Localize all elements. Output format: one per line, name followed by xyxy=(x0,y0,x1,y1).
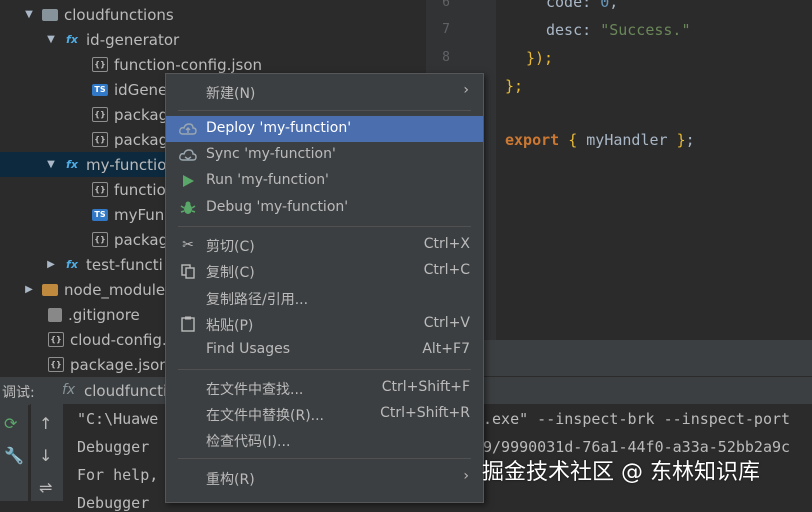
chevron-down-icon[interactable] xyxy=(44,159,58,170)
paste-icon xyxy=(178,314,198,334)
console-line: "C:\Huawe xyxy=(77,410,159,428)
menu-separator xyxy=(178,458,471,459)
chevron-right-icon[interactable] xyxy=(22,284,36,295)
menu-item-refactor[interactable]: 重构(R) › xyxy=(166,465,483,491)
cloud-sync-icon xyxy=(178,145,198,165)
submenu-arrow-icon: › xyxy=(463,82,469,98)
json-file-icon: {} xyxy=(92,57,108,72)
json-file-icon: {} xyxy=(92,182,108,197)
cloud-upload-icon xyxy=(178,119,198,139)
menu-item-find-usages[interactable]: Find Usages Alt+F7 xyxy=(166,337,483,363)
chevron-down-icon[interactable] xyxy=(44,34,58,45)
menu-item-replace-in-files[interactable]: 在文件中替换(R)... Ctrl+Shift+R xyxy=(166,401,483,427)
context-menu: 新建(N) › Deploy 'my-function' Sync 'my-fu… xyxy=(165,73,484,503)
menu-item-sync[interactable]: Sync 'my-function' xyxy=(166,142,483,168)
json-file-icon: {} xyxy=(92,232,108,247)
typescript-file-icon: TS xyxy=(92,83,108,96)
debug-tab-cloudfunctions[interactable]: cloudfuncti xyxy=(84,382,167,400)
submenu-arrow-icon: › xyxy=(463,468,469,484)
arrow-down-icon[interactable]: ↓ xyxy=(39,446,52,465)
function-icon: fx xyxy=(66,258,78,271)
menu-item-cut[interactable]: ✂ 剪切(C) Ctrl+X xyxy=(166,232,483,258)
menu-item-copy[interactable]: 复制(C) Ctrl+C xyxy=(166,258,483,284)
wrench-icon[interactable]: 🔧 xyxy=(4,446,24,465)
line-number: 8 xyxy=(442,50,450,65)
cut-icon: ✂ xyxy=(182,237,194,253)
json-file-icon: {} xyxy=(48,332,64,347)
debug-panel-label: 调试: xyxy=(2,385,35,401)
debug-toolbar-right: ↑ ↓ ⇌ xyxy=(30,404,63,501)
console-line-tail: .exe" --inspect-brk --inspect-port xyxy=(483,410,791,428)
menu-item-new[interactable]: 新建(N) › xyxy=(166,79,483,105)
menu-item-copy-path[interactable]: 复制路径/引用... xyxy=(166,285,483,311)
copy-icon xyxy=(178,261,198,281)
console-line: Debugger xyxy=(77,494,150,512)
json-file-icon: {} xyxy=(48,357,64,372)
folder-icon xyxy=(42,8,58,21)
line-number: 6 xyxy=(442,0,450,10)
menu-separator xyxy=(178,110,471,111)
code-line: desc: "Success." xyxy=(546,21,691,39)
debug-toolbar-left: ⟳ 🔧 xyxy=(0,404,28,501)
function-icon: fx xyxy=(66,33,78,46)
menu-separator xyxy=(178,369,471,370)
line-number: 7 xyxy=(442,22,450,37)
arrow-up-icon[interactable]: ↑ xyxy=(39,414,52,433)
menu-item-inspect-code[interactable]: 检查代码(I)... xyxy=(166,427,483,453)
tree-item-cloudfunctions[interactable]: cloudfunctions xyxy=(0,2,426,27)
code-line: }; xyxy=(505,77,524,95)
menu-item-find-in-files[interactable]: 在文件中查找... Ctrl+Shift+F xyxy=(166,375,483,401)
menu-item-run[interactable]: Run 'my-function' xyxy=(166,168,483,194)
json-file-icon: {} xyxy=(92,107,108,122)
chevron-down-icon[interactable] xyxy=(22,9,36,20)
run-icon xyxy=(178,171,198,191)
console-line: For help, xyxy=(77,466,159,484)
menu-separator xyxy=(178,226,471,227)
function-icon: fx xyxy=(62,382,76,398)
code-line: code: 0, xyxy=(546,0,619,11)
git-file-icon xyxy=(48,307,62,322)
rerun-icon[interactable]: ⟳ xyxy=(4,414,17,433)
code-line: }); xyxy=(526,49,554,67)
console-line: Debugger xyxy=(77,438,150,456)
menu-item-paste[interactable]: 粘贴(P) Ctrl+V xyxy=(166,311,483,337)
typescript-file-icon: TS xyxy=(92,208,108,221)
code-line: export { myHandler }; xyxy=(505,131,695,149)
soft-wrap-icon[interactable]: ⇌ xyxy=(39,478,52,497)
debug-icon xyxy=(178,198,198,218)
watermark-text: 掘金技术社区 @ 东林知识库 xyxy=(482,460,760,485)
tree-item-id-generator[interactable]: fx id-generator xyxy=(0,27,426,52)
folder-icon xyxy=(42,283,58,296)
function-icon: fx xyxy=(66,158,78,171)
chevron-right-icon[interactable] xyxy=(44,259,58,270)
menu-item-debug[interactable]: Debug 'my-function' xyxy=(166,195,483,221)
menu-item-deploy[interactable]: Deploy 'my-function' xyxy=(166,116,483,142)
json-file-icon: {} xyxy=(92,132,108,147)
